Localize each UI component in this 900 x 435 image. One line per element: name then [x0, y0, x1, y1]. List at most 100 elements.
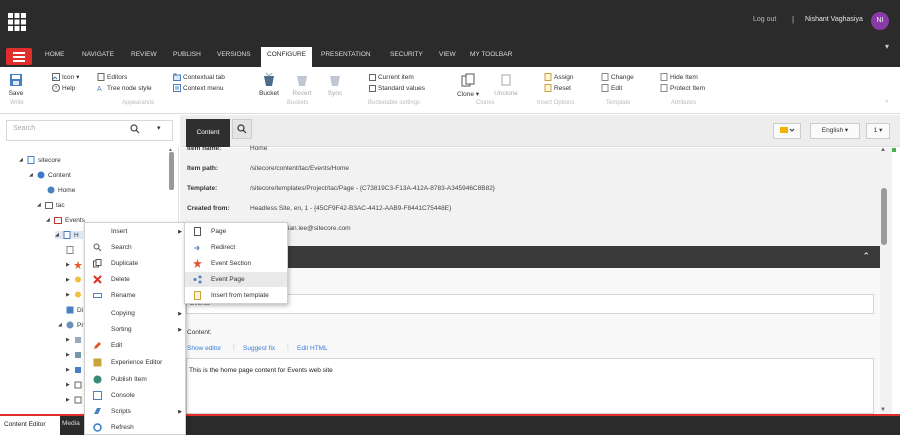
- hamburger-menu-icon[interactable]: [6, 48, 32, 65]
- tab-publish[interactable]: PUBLISH: [173, 51, 201, 58]
- logout-link[interactable]: Log out: [753, 16, 776, 23]
- hide-item-button[interactable]: Hide Item: [660, 73, 698, 81]
- menu-item-duplicate[interactable]: Duplicate: [85, 256, 185, 271]
- template-value[interactable]: /sitecore/templates/Project/tac/Page - {…: [250, 185, 495, 192]
- submenu-item-page[interactable]: Page: [185, 224, 287, 239]
- tree-node-tac[interactable]: ◢ tac: [37, 201, 65, 209]
- collapse-arrow-icon[interactable]: ▶: [66, 367, 71, 373]
- content-search-button[interactable]: [232, 119, 252, 139]
- collapse-arrow-icon[interactable]: ▶: [66, 382, 71, 388]
- tree-scroll-up-icon[interactable]: ▲: [168, 147, 173, 153]
- collapse-arrow-icon[interactable]: ▶: [66, 352, 71, 358]
- submenu-item-event-section[interactable]: Event Section: [185, 256, 287, 271]
- clone-button[interactable]: Clone ▾: [454, 73, 482, 98]
- tree-node-child[interactable]: ▶: [66, 336, 82, 344]
- edit-template-button[interactable]: Edit: [601, 84, 622, 92]
- bucket-button[interactable]: Bucket: [256, 73, 282, 97]
- tab-view[interactable]: VIEW: [439, 51, 456, 58]
- tree-node-child[interactable]: ▶: [66, 366, 82, 374]
- standard-values-checkbox[interactable]: Standard values: [369, 85, 425, 92]
- tree-node-child[interactable]: ▶: [66, 396, 82, 404]
- checkbox-box[interactable]: [369, 85, 376, 92]
- menu-item-delete[interactable]: Delete: [85, 272, 185, 287]
- editors-button[interactable]: Editors: [97, 73, 127, 81]
- reset-button[interactable]: Reset: [544, 84, 571, 92]
- user-name[interactable]: Nishant Vaghasiya: [805, 16, 863, 23]
- tree-node-home[interactable]: Home: [47, 186, 75, 194]
- menu-item-copying[interactable]: Copying ▶: [85, 306, 185, 321]
- sync-button[interactable]: Sync: [326, 73, 344, 97]
- revert-button[interactable]: Revert: [291, 73, 313, 97]
- tab-navigate[interactable]: NAVIGATE: [82, 51, 114, 58]
- tab-configure[interactable]: CONFIGURE: [261, 47, 312, 67]
- show-editor-link[interactable]: Show editor: [187, 345, 221, 352]
- tab-versions[interactable]: VERSIONS: [217, 51, 251, 58]
- ribbon-minimize-icon[interactable]: ^: [885, 100, 888, 107]
- tab-content-editor[interactable]: Content Editor: [0, 416, 60, 435]
- protect-item-button[interactable]: Protect Item: [660, 84, 705, 92]
- tree-node-child[interactable]: ▶: [66, 381, 82, 389]
- expand-arrow-icon[interactable]: ◢: [46, 217, 51, 223]
- tree-node-events[interactable]: ◢ Events: [46, 216, 85, 224]
- change-template-button[interactable]: Change: [601, 73, 634, 81]
- submenu-item-event-page[interactable]: Event Page: [185, 272, 287, 287]
- current-item-checkbox[interactable]: Current item: [369, 74, 414, 81]
- edit-html-link[interactable]: Edit HTML: [297, 345, 328, 352]
- avatar[interactable]: NI: [871, 12, 889, 30]
- tab-home[interactable]: HOME: [45, 51, 65, 58]
- app-launcher-icon[interactable]: [8, 13, 26, 31]
- menu-item-publish-item[interactable]: Publish Item: [85, 372, 185, 387]
- tree-node-pr[interactable]: ◢ Pr: [58, 321, 84, 329]
- menu-item-search[interactable]: Search: [85, 240, 185, 255]
- tree-node-content[interactable]: ◢ Content: [29, 171, 71, 179]
- collapse-arrow-icon[interactable]: ▶: [66, 337, 71, 343]
- tree-node-child[interactable]: [66, 246, 74, 254]
- help-button[interactable]: ? Help: [52, 84, 75, 92]
- tab-my-toolbar[interactable]: MY TOOLBAR: [470, 51, 512, 58]
- expand-arrow-icon[interactable]: ◢: [55, 232, 60, 238]
- ribbon-collapse-icon[interactable]: ▾: [885, 42, 889, 51]
- content-scrollbar-thumb[interactable]: [881, 188, 887, 245]
- collapse-arrow-icon[interactable]: ▶: [66, 292, 71, 298]
- expand-arrow-icon[interactable]: ◢: [37, 202, 42, 208]
- chevron-up-icon[interactable]: ⌃: [862, 251, 870, 262]
- version-select[interactable]: 1 ▾: [866, 123, 890, 139]
- tab-security[interactable]: SECURITY: [390, 51, 423, 58]
- expand-arrow-icon[interactable]: ◢: [29, 172, 34, 178]
- scroll-down-icon[interactable]: ▼: [880, 407, 886, 413]
- language-select[interactable]: English ▾: [810, 123, 860, 139]
- unclone-button[interactable]: Unclone: [492, 73, 520, 97]
- checkbox-box[interactable]: [369, 74, 376, 81]
- tab-content[interactable]: Content: [186, 119, 230, 147]
- tree-node-child[interactable]: ▶: [66, 261, 82, 269]
- save-button[interactable]: Save: [6, 73, 26, 97]
- tab-media[interactable]: Media: [62, 420, 80, 427]
- search-icon[interactable]: [130, 124, 140, 134]
- expand-arrow-icon[interactable]: ◢: [58, 322, 63, 328]
- menu-item-rename[interactable]: Rename: [85, 288, 185, 303]
- tree-node-sitecore[interactable]: ◢ sitecore: [19, 156, 61, 164]
- collapse-arrow-icon[interactable]: ▶: [66, 397, 71, 403]
- search-dropdown-icon[interactable]: ▾: [157, 124, 161, 132]
- scroll-up-icon[interactable]: ▲: [880, 147, 886, 153]
- tab-review[interactable]: REVIEW: [131, 51, 157, 58]
- tab-presentation[interactable]: PRESENTATION: [321, 51, 371, 58]
- menu-item-sorting[interactable]: Sorting ▶: [85, 322, 185, 337]
- suggest-fix-link[interactable]: Suggest fix: [243, 345, 275, 352]
- tree-scrollbar[interactable]: [169, 152, 174, 190]
- menu-item-edit[interactable]: Edit: [85, 338, 185, 353]
- collapse-arrow-icon[interactable]: ▶: [66, 262, 71, 268]
- navigator-dropdown-button[interactable]: [773, 123, 801, 139]
- expand-arrow-icon[interactable]: ◢: [19, 157, 24, 163]
- menu-item-refresh[interactable]: Refresh: [85, 420, 185, 435]
- context-menu-button[interactable]: Context menu: [173, 84, 223, 92]
- menu-item-experience-editor[interactable]: Experience Editor: [85, 355, 185, 370]
- tree-node-style-button[interactable]: A Tree node style: [97, 84, 152, 93]
- menu-item-insert[interactable]: Insert ▶: [85, 224, 185, 239]
- contextual-tab-button[interactable]: Contextual tab: [173, 73, 225, 81]
- tree-node-di[interactable]: Di: [66, 306, 83, 314]
- icon-button[interactable]: Icon ▾: [52, 73, 79, 81]
- collapse-arrow-icon[interactable]: ▶: [66, 277, 71, 283]
- menu-item-scripts[interactable]: Scripts ▶: [85, 404, 185, 419]
- menu-item-console[interactable]: Console: [85, 388, 185, 403]
